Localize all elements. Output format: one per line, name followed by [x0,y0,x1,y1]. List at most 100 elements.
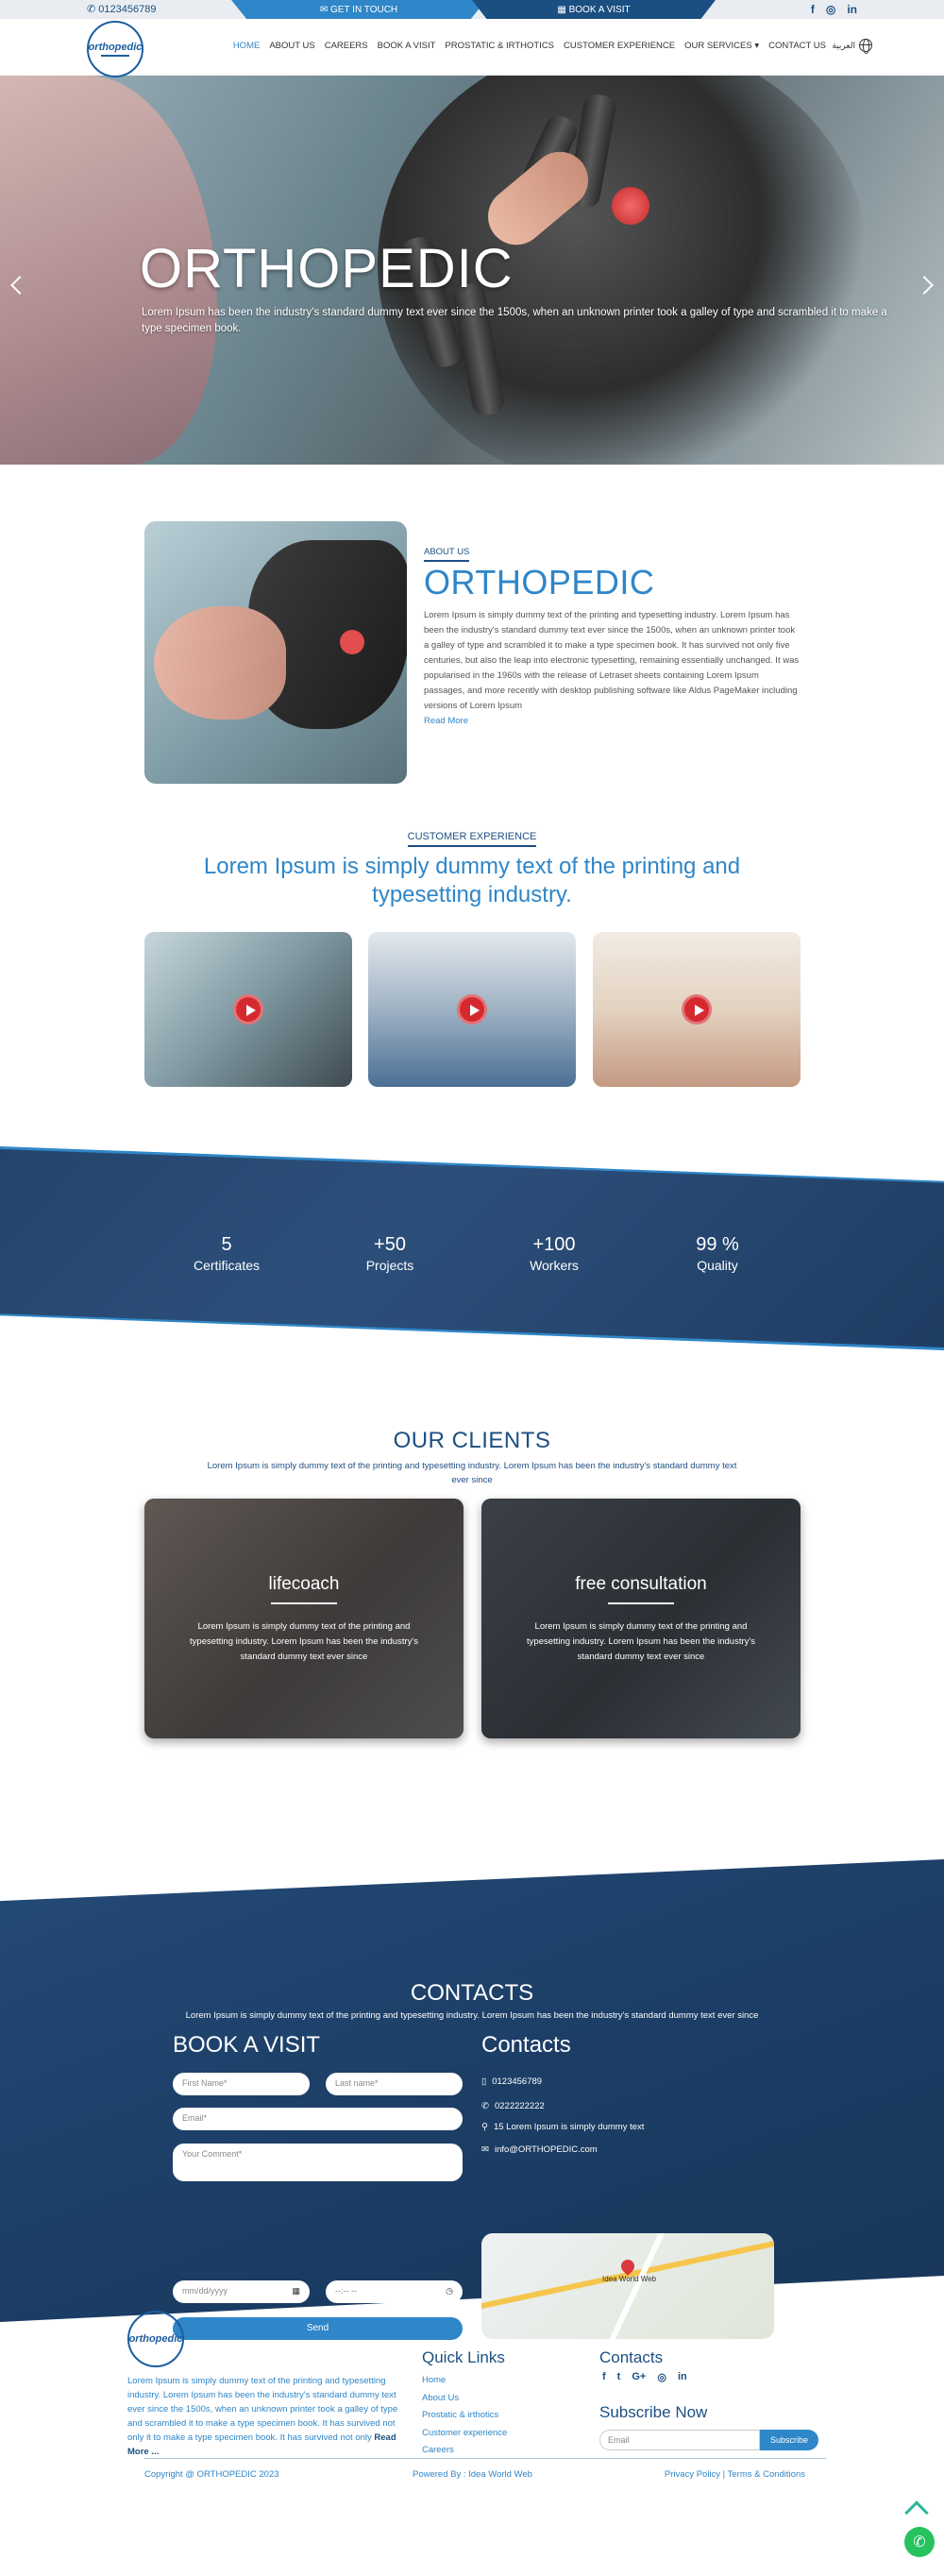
client-card-title: lifecoach [268,1574,340,1594]
main-navbar: orthopedic HOME ABOUT US CAREERS BOOK A … [0,19,944,77]
instagram-icon[interactable]: ◎ [826,3,835,16]
facebook-icon[interactable]: f [602,2371,606,2383]
twitter-icon[interactable]: t [617,2371,621,2383]
stats-band-background [0,1149,944,1347]
contacts-heading: Contacts [481,2032,571,2058]
about-title: ORTHOPEDIC [424,563,655,602]
nav-item-services[interactable]: OUR SERVICES ▾ [684,41,759,51]
instagram-icon[interactable]: ◎ [657,2371,666,2383]
nav-item-about[interactable]: ABOUT US [269,41,314,51]
client-card[interactable]: free consultation Lorem Ipsum is simply … [481,1499,801,1738]
contacts-title: CONTACTS [410,1980,534,2006]
bottom-bar: Copyright @ ORTHOPEDIC 2023 Powered By :… [0,2462,944,2490]
hero-text: Lorem Ipsum has been the industry's stan… [142,307,887,334]
footer-social: f t G+ ◎ in [602,2371,687,2383]
client-card[interactable]: lifecoach Lorem Ipsum is simply dummy te… [144,1499,464,1738]
footer-contacts-title: Contacts [599,2348,664,2366]
subscribe-title: Subscribe Now [599,2403,708,2421]
quick-links: Home About Us Prostatic & irthotics Cust… [422,2372,507,2460]
topbar-phone[interactable]: ✆ 0123456789 [87,3,156,15]
first-name-field[interactable]: First Name* [173,2073,310,2095]
powered-by-link[interactable]: Powered By : Idea World Web [413,2469,532,2480]
book-visit-top-button[interactable]: ▦ BOOK A VISIT [472,0,716,19]
footer-link-prostatic[interactable]: Prostatic & irthotics [422,2407,507,2425]
quick-links-title: Quick Links [422,2348,505,2366]
stat-item: +100 Workers [530,1234,579,1273]
stat-item: 99 % Quality [696,1234,739,1273]
stat-item: 5 Certificates [193,1234,261,1273]
subscribe-button[interactable]: Subscribe [760,2430,818,2450]
language-switch[interactable]: العربية [832,39,872,54]
chevron-right-icon[interactable] [915,276,934,295]
policy-links[interactable]: Privacy Policy | Terms & Conditions [665,2469,805,2480]
stats-band: 5 Certificates +50 Projects +100 Workers 99… [0,1140,944,1366]
nav-item-book-visit[interactable]: BOOK A VISIT [378,41,436,51]
customer-experience-section: CUSTOMER EXPERIENCE Lorem Ipsum is simpl… [0,828,944,1140]
client-card-text: Lorem Ipsum is simply dummy text of the … [527,1621,755,1662]
linkedin-icon[interactable]: in [847,3,857,16]
email-field[interactable]: Email* [173,2108,463,2130]
clients-subtitle: Lorem Ipsum is simply dummy text of the … [207,1461,737,1485]
footer-about-text: Lorem Ipsum is simply dummy text of the … [127,2376,398,2457]
about-image [144,521,407,784]
whatsapp-icon[interactable]: ✆ [904,2527,935,2557]
nav-item-customer-experience[interactable]: CUSTOMER EXPERIENCE [564,41,675,51]
about-image-human-hand [154,606,286,720]
footer: orthopedic Lorem Ipsum is simply dummy t… [0,2235,944,2462]
client-card-text: Lorem Ipsum is simply dummy text of the … [190,1621,418,1662]
last-name-field[interactable]: Last name* [326,2073,463,2095]
footer-link-home[interactable]: Home [422,2372,507,2390]
play-icon[interactable] [233,994,263,1025]
footer-logo[interactable]: orthopedic [127,2311,184,2367]
mail-icon: ✉ [481,2144,489,2155]
google-plus-icon[interactable]: G+ [632,2371,646,2383]
calendar-icon: ▦ [557,4,569,15]
hero-slider: ORTHOPEDIC Lorem Ipsum has been the indu… [0,76,944,465]
play-icon[interactable] [457,994,487,1025]
customer-experience-label: CUSTOMER EXPERIENCE [407,831,537,847]
contact-phone: ✆ 0222222222 [481,2101,545,2111]
footer-link-customer-experience[interactable]: Customer experience [422,2425,507,2443]
nav-item-prostatic[interactable]: PROSTATIC & IRTHOTICS [445,41,554,51]
contacts-subtitle: Lorem Ipsum is simply dummy text of the … [185,2010,759,2021]
comment-field[interactable]: Your Comment* [173,2144,463,2181]
site-logo[interactable]: orthopedic [87,21,143,77]
nav-menu: HOME ABOUT US CAREERS BOOK A VISIT PROST… [233,41,826,51]
nav-item-contact[interactable]: CONTACT US [768,41,826,51]
globe-icon [859,39,872,54]
logo-underline [101,55,129,57]
hero-title: ORTHOPEDIC [140,238,514,299]
copyright-text: Copyright @ ORTHOPEDIC 2023 [144,2469,279,2480]
subscribe-email-input[interactable]: Email [599,2430,760,2450]
contacts-section: CONTACTS Lorem Ipsum is simply dummy tex… [0,1735,944,2340]
get-in-touch-button[interactable]: ✉ GET IN TOUCH [231,0,486,19]
top-bar: ✆ 0123456789 ✉ GET IN TOUCH ▦ BOOK A VIS… [0,0,944,19]
clients-title: OUR CLIENTS [393,1428,551,1453]
video-card[interactable] [593,932,801,1087]
book-visit-heading: BOOK A VISIT [173,2032,321,2058]
facebook-icon[interactable]: f [811,3,815,16]
about-read-more-link[interactable]: Read More [424,716,468,726]
phone-icon: ✆ [87,4,96,15]
hero-red-sensor [612,187,649,225]
footer-link-about[interactable]: About Us [422,2390,507,2408]
video-card[interactable] [368,932,576,1087]
contact-email[interactable]: ✉ info@ORTHOPEDIC.com [481,2144,598,2155]
play-icon[interactable] [682,994,712,1025]
footer-link-careers[interactable]: Careers [422,2442,507,2460]
nav-item-careers[interactable]: CAREERS [325,41,368,51]
topbar-social: f ◎ in [811,3,857,16]
chat-icon: ✉ [319,4,331,15]
location-pin-icon: ⚲ [481,2122,488,2132]
scroll-to-top-icon[interactable] [904,2500,929,2525]
linkedin-icon[interactable]: in [678,2371,687,2383]
about-text: Lorem Ipsum is simply dummy text of the … [424,610,800,711]
stat-item: +50 Projects [365,1234,414,1273]
video-card[interactable] [144,932,352,1087]
customer-experience-title: Lorem Ipsum is simply dummy text of the … [203,854,741,907]
about-label: ABOUT US [424,547,470,562]
clients-section: OUR CLIENTS Lorem Ipsum is simply dummy … [0,1366,944,1738]
client-card-title: free consultation [575,1574,707,1594]
nav-item-home[interactable]: HOME [233,41,261,51]
about-section: ABOUT US ORTHOPEDIC Lorem Ipsum is simpl… [0,465,944,828]
